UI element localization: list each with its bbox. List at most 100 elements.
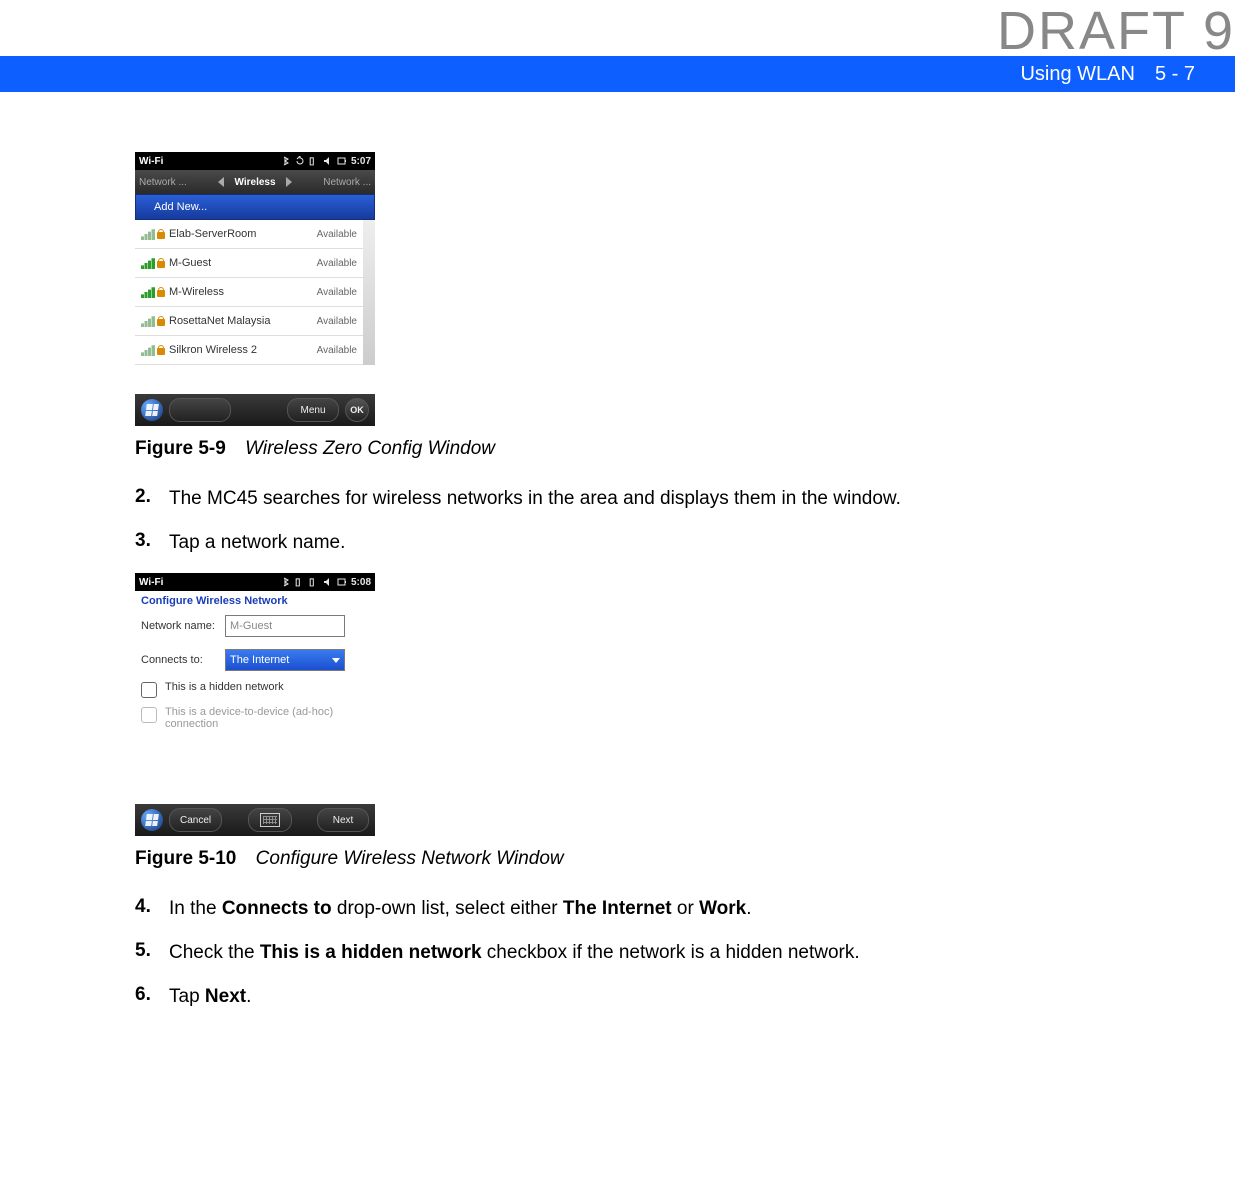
adhoc-checkbox [141, 707, 157, 723]
network-status: Available [317, 287, 357, 298]
hidden-network-label: This is a hidden network [165, 681, 369, 693]
keyboard-button[interactable] [248, 808, 292, 832]
figure-caption-5-10: Figure 5-10 Configure Wireless Network W… [135, 848, 1135, 870]
bluetooth-icon [281, 156, 291, 166]
step-number: 5. [135, 940, 169, 966]
signal-icon: ▯ [309, 156, 319, 166]
device-status-bar: Wi-Fi ▯ ▯ 5:08 [135, 573, 375, 591]
figure-title: Wireless Zero Config Window [245, 438, 495, 459]
network-row[interactable]: RosettaNet Malaysia Available [135, 307, 363, 336]
configure-form-body: Configure Wireless Network Network name:… [135, 591, 375, 804]
step-number: 4. [135, 896, 169, 922]
lock-icon [157, 316, 165, 326]
network-name: Elab-ServerRoom [169, 228, 317, 240]
step-6: 6. Tap Next. [135, 984, 1135, 1010]
signal-strength-icon [141, 286, 155, 298]
network-row[interactable]: Elab-ServerRoom Available [135, 220, 363, 249]
lock-icon [157, 229, 165, 239]
network-status: Available [317, 229, 357, 240]
step-text: Check the This is a hidden network check… [169, 940, 1135, 966]
status-title: Wi-Fi [139, 156, 163, 167]
ok-button[interactable]: OK [345, 398, 369, 422]
signal-strength-icon [141, 228, 155, 240]
screenshot-wireless-list: Wi-Fi ▯ 5:07 Network ... [135, 152, 375, 426]
step-text: The MC45 searches for wireless networks … [169, 486, 1135, 512]
battery-icon [337, 156, 347, 166]
start-button[interactable] [141, 399, 163, 421]
network-name: RosettaNet Malaysia [169, 315, 317, 327]
status-title: Wi-Fi [139, 577, 163, 588]
network-status: Available [317, 258, 357, 269]
connects-to-value: The Internet [230, 654, 289, 666]
figure-caption-5-9: Figure 5-9 Wireless Zero Config Window [135, 438, 1135, 460]
network-name: M-Guest [169, 257, 317, 269]
lock-icon [157, 345, 165, 355]
chevron-down-icon [332, 658, 340, 663]
device-soft-buttons: Menu OK [135, 394, 375, 426]
header-page-number: 5 - 7 [1155, 63, 1195, 86]
windows-logo-icon [145, 404, 159, 416]
network-status: Available [317, 316, 357, 327]
step-number: 6. [135, 984, 169, 1010]
keyboard-icon [260, 813, 280, 827]
lock-icon [157, 287, 165, 297]
bluetooth-icon [281, 577, 291, 587]
page-content: Wi-Fi ▯ 5:07 Network ... [0, 92, 1135, 1067]
network-row[interactable]: M-Guest Available [135, 249, 363, 278]
hidden-network-row: This is a hidden network [135, 677, 375, 702]
volume-icon [323, 156, 333, 166]
network-row[interactable]: Silkron Wireless 2 Available [135, 336, 363, 365]
network-name: Silkron Wireless 2 [169, 344, 317, 356]
figure-label: Figure 5-10 [135, 848, 236, 869]
header-title: Using WLAN [1020, 63, 1134, 86]
device-soft-buttons: Cancel Next [135, 804, 375, 836]
sync-icon [295, 156, 305, 166]
figure-label: Figure 5-9 [135, 438, 226, 459]
connects-to-row: Connects to: The Internet [135, 643, 375, 677]
network-status: Available [317, 345, 357, 356]
network-name-label: Network name: [141, 620, 219, 632]
step-5: 5. Check the This is a hidden network ch… [135, 940, 1135, 966]
scrollbar[interactable] [363, 220, 375, 365]
volume-icon [323, 577, 333, 587]
chevron-left-icon[interactable] [218, 177, 224, 187]
screenshot-configure-network: Wi-Fi ▯ ▯ 5:08 Configure Wireless Networ… [135, 573, 375, 836]
add-new-network-button[interactable]: Add New... [135, 194, 375, 220]
tab-left[interactable]: Network ... [135, 177, 218, 188]
hidden-network-checkbox[interactable] [141, 682, 157, 698]
tab-right[interactable]: Network ... [292, 177, 375, 188]
watermark-text: DRAFT 9 [997, 0, 1235, 62]
next-button[interactable]: Next [317, 808, 369, 832]
status-time: 5:08 [351, 577, 371, 588]
adhoc-label: This is a device-to-device (ad-hoc) conn… [165, 706, 369, 730]
connects-to-label: Connects to: [141, 654, 219, 666]
figure-title: Configure Wireless Network Window [256, 848, 564, 869]
step-3: 3. Tap a network name. [135, 530, 1135, 556]
sync-icon: ▯ [295, 577, 305, 587]
signal-icon: ▯ [309, 577, 319, 587]
blank-button[interactable] [169, 398, 231, 422]
network-name: M-Wireless [169, 286, 317, 298]
adhoc-row: This is a device-to-device (ad-hoc) conn… [135, 702, 375, 734]
step-number: 3. [135, 530, 169, 556]
network-row[interactable]: M-Wireless Available [135, 278, 363, 307]
start-button[interactable] [141, 809, 163, 831]
connects-to-dropdown[interactable]: The Internet [225, 649, 345, 671]
step-text: In the Connects to drop-own list, select… [169, 896, 1135, 922]
step-2: 2. The MC45 searches for wireless networ… [135, 486, 1135, 512]
signal-strength-icon [141, 257, 155, 269]
network-name-row: Network name: M-Guest [135, 609, 375, 643]
menu-button[interactable]: Menu [287, 398, 339, 422]
signal-strength-icon [141, 344, 155, 356]
step-text: Tap a network name. [169, 530, 1135, 556]
signal-strength-icon [141, 315, 155, 327]
wireless-list-body: Add New... Elab-ServerRoom Available M-G… [135, 194, 375, 394]
lock-icon [157, 258, 165, 268]
step-4: 4. In the Connects to drop-own list, sel… [135, 896, 1135, 922]
step-text: Tap Next. [169, 984, 1135, 1010]
battery-icon [337, 577, 347, 587]
tab-center-wireless[interactable]: Wireless [228, 177, 281, 188]
cancel-button[interactable]: Cancel [169, 808, 222, 832]
device-status-bar: Wi-Fi ▯ 5:07 [135, 152, 375, 170]
network-name-input[interactable]: M-Guest [225, 615, 345, 637]
